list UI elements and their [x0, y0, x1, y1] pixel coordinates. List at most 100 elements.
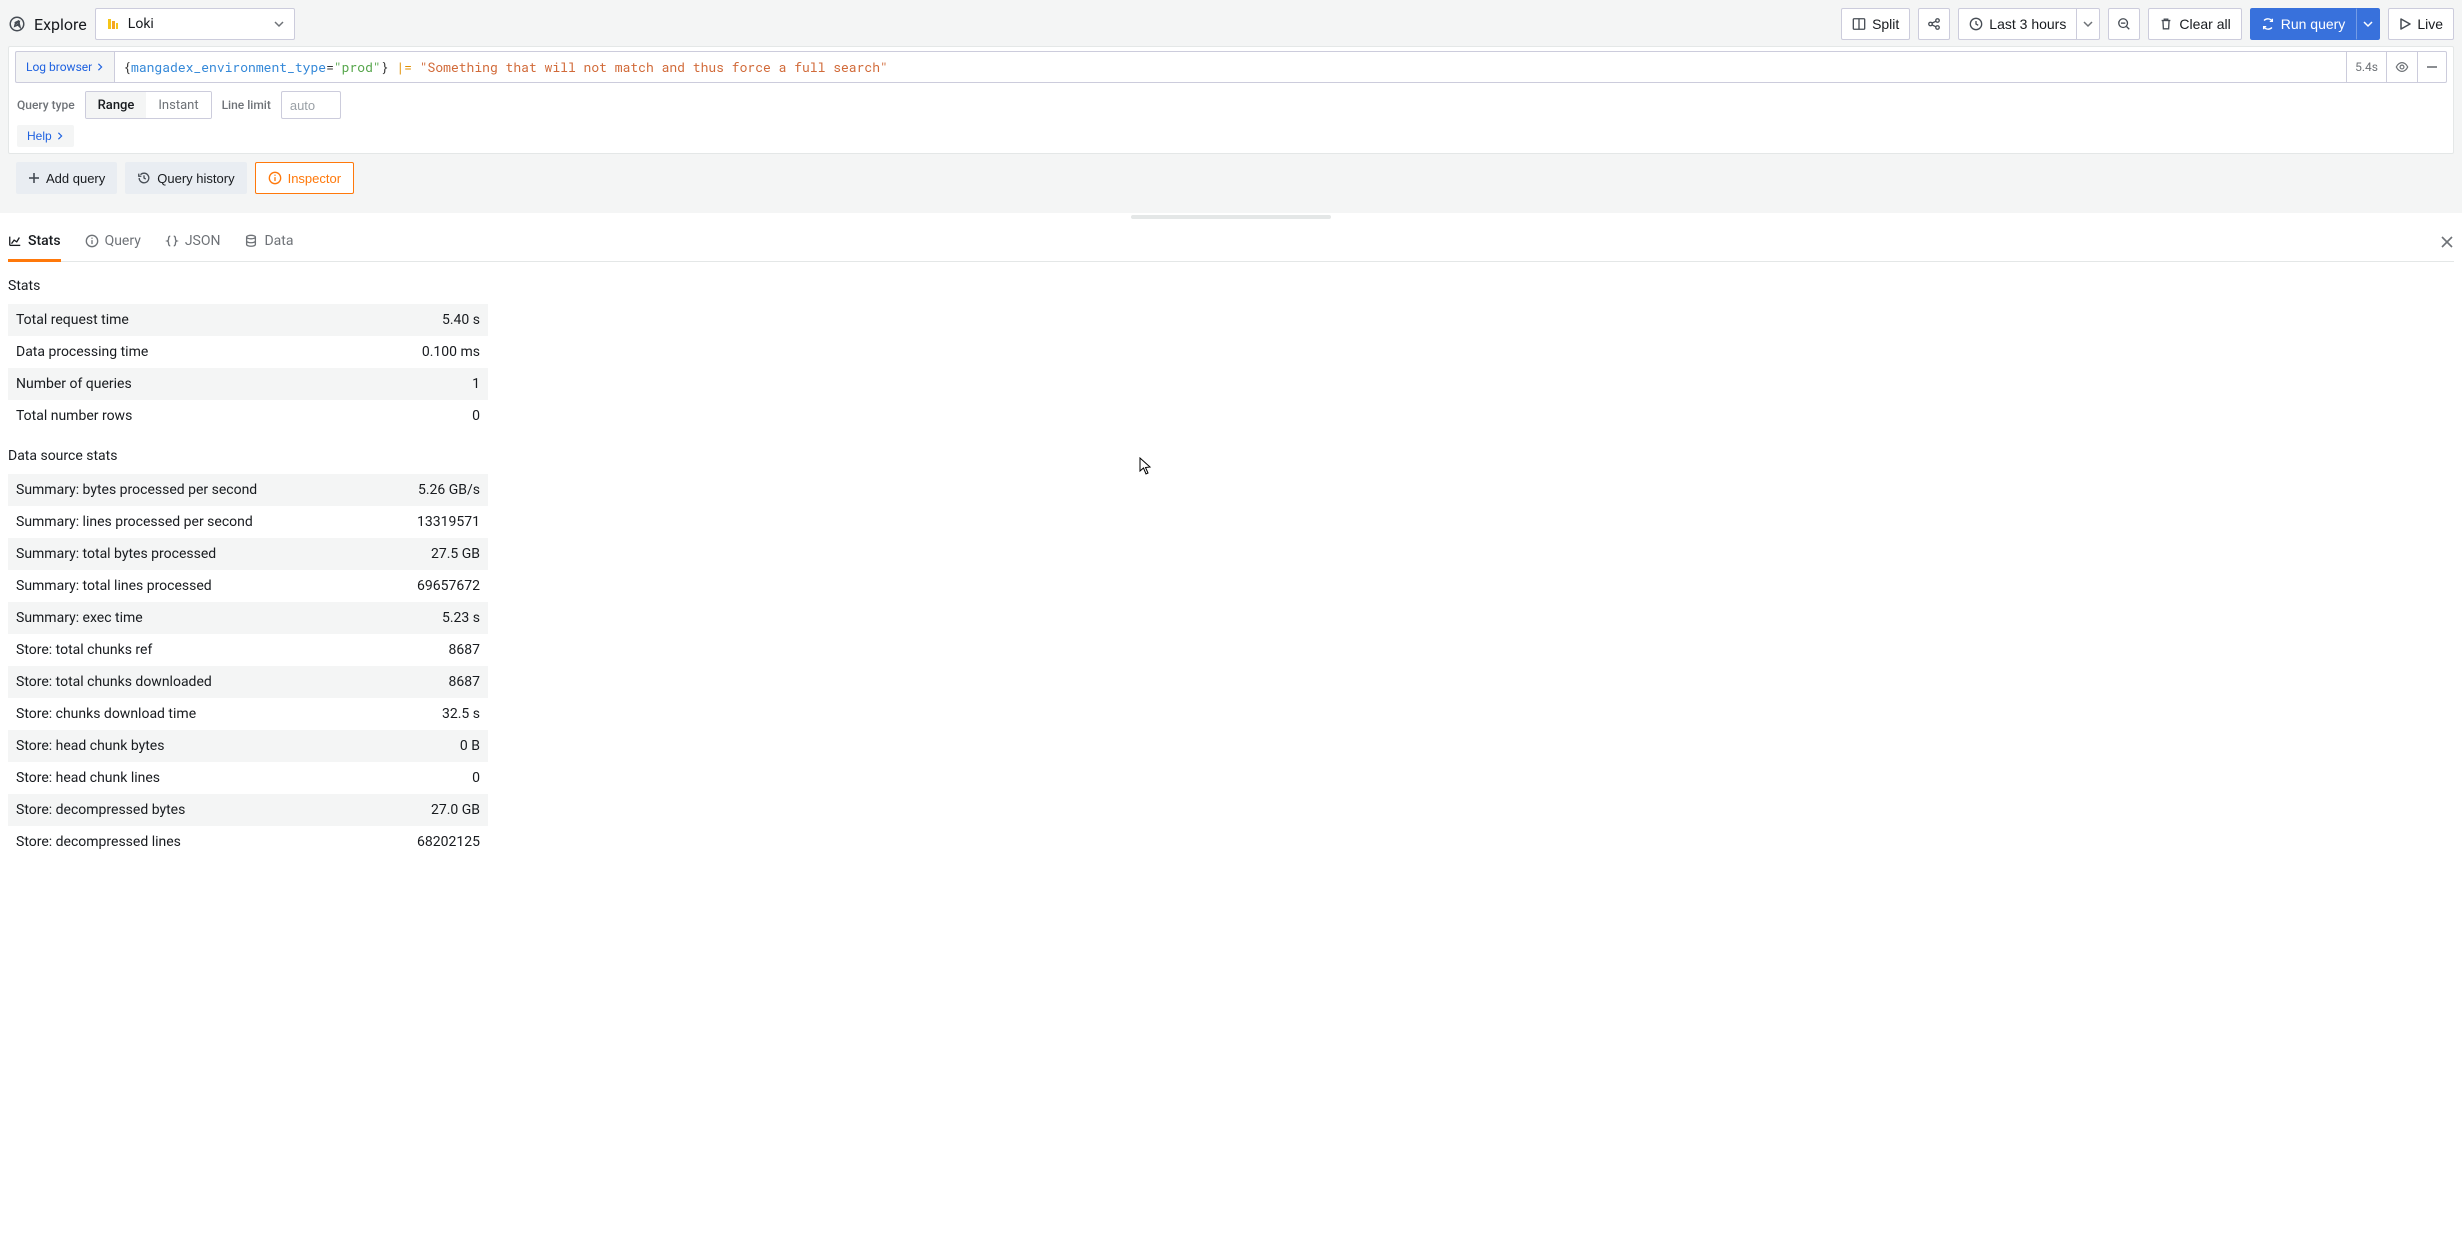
plus-icon	[28, 172, 40, 184]
database-icon	[244, 234, 258, 248]
stat-value: 27.0 GB	[431, 802, 480, 818]
close-icon	[2440, 235, 2454, 249]
tab-stats-label: Stats	[28, 233, 61, 249]
stat-value: 0.100 ms	[422, 344, 480, 360]
split-label: Split	[1872, 16, 1899, 32]
time-range-button[interactable]: Last 3 hours	[1958, 8, 2077, 40]
stat-row: Store: decompressed lines68202125	[8, 826, 488, 858]
datasource-name: Loki	[128, 16, 154, 32]
stat-row: Summary: bytes processed per second5.26 …	[8, 474, 488, 506]
page-title: Explore	[34, 15, 87, 34]
ds-stats-heading: Data source stats	[8, 448, 2454, 464]
share-button[interactable]	[1918, 8, 1950, 40]
inspector-label: Inspector	[288, 171, 341, 186]
stat-value: 13319571	[417, 514, 480, 530]
share-icon	[1927, 17, 1941, 31]
query-label-token: mangadex_environment_type	[131, 58, 326, 76]
stat-label: Total number rows	[16, 408, 132, 424]
query-actions-row: Add query Query history Inspector	[8, 154, 2454, 204]
braces-icon	[165, 234, 179, 248]
tab-query[interactable]: Query	[85, 233, 141, 262]
query-pipe-token: |=	[396, 58, 412, 76]
info-icon	[268, 171, 282, 185]
stat-label: Summary: exec time	[16, 610, 143, 626]
run-query-caret[interactable]	[2356, 8, 2380, 40]
query-code-input[interactable]: {mangadex_environment_type="prod"} |= "S…	[114, 51, 2347, 83]
time-range-picker: Last 3 hours	[1958, 8, 2100, 40]
columns-icon	[1852, 17, 1866, 31]
stat-row: Summary: total bytes processed27.5 GB	[8, 538, 488, 570]
remove-query-button[interactable]	[2418, 51, 2447, 83]
log-browser-button[interactable]: Log browser	[15, 51, 114, 83]
query-type-range[interactable]: Range	[86, 92, 147, 118]
stat-value: 5.40 s	[442, 312, 480, 328]
history-icon	[137, 171, 151, 185]
stat-value: 8687	[449, 674, 480, 690]
time-range-caret[interactable]	[2077, 8, 2100, 40]
query-type-instant[interactable]: Instant	[146, 92, 210, 118]
trash-icon	[2159, 17, 2173, 31]
query-type-label: Query type	[17, 98, 75, 112]
stat-value: 0	[472, 408, 480, 424]
stat-row: Store: head chunk bytes 0 B	[8, 730, 488, 762]
explore-toolbar: Explore Loki Split	[8, 6, 2454, 44]
stat-value: 32.5 s	[442, 706, 480, 722]
chevron-right-icon	[96, 63, 104, 71]
split-button[interactable]: Split	[1841, 8, 1910, 40]
clear-all-label: Clear all	[2179, 16, 2230, 32]
tab-json[interactable]: JSON	[165, 233, 221, 262]
stat-label: Summary: lines processed per second	[16, 514, 253, 530]
stat-label: Data processing time	[16, 344, 148, 360]
stat-label: Summary: bytes processed per second	[16, 482, 257, 498]
query-history-button[interactable]: Query history	[125, 162, 246, 194]
zoom-out-icon	[2117, 17, 2131, 31]
stat-row: Summary: total lines processed 69657672	[8, 570, 488, 602]
tab-data[interactable]: Data	[244, 233, 293, 262]
compass-icon	[8, 15, 26, 33]
toggle-query-button[interactable]	[2387, 51, 2418, 83]
stat-label: Summary: total lines processed	[16, 578, 212, 594]
eye-icon	[2395, 60, 2409, 74]
chevron-right-icon	[56, 132, 64, 140]
query-history-label: Query history	[157, 171, 234, 186]
help-button[interactable]: Help	[17, 125, 74, 147]
stat-label: Store: decompressed lines	[16, 834, 181, 850]
line-limit-input[interactable]	[281, 91, 341, 119]
stat-value: 69657672	[417, 578, 480, 594]
stat-row: Data processing time 0.100 ms	[8, 336, 488, 368]
stat-label: Store: head chunk bytes	[16, 738, 164, 754]
run-query-button[interactable]: Run query	[2250, 8, 2357, 40]
time-range-label: Last 3 hours	[1989, 16, 2066, 32]
stat-row: Total number rows 0	[8, 400, 488, 432]
tab-stats[interactable]: Stats	[8, 233, 61, 262]
stats-table: Total request time5.40 sData processing …	[8, 304, 488, 432]
stat-row: Store: decompressed bytes 27.0 GB	[8, 794, 488, 826]
clear-all-button[interactable]: Clear all	[2148, 8, 2241, 40]
stat-label: Store: decompressed bytes	[16, 802, 185, 818]
stat-row: Store: total chunks ref8687	[8, 634, 488, 666]
inspector-tabs: Stats Query JSON Data	[8, 223, 2454, 262]
stat-row: Number of queries1	[8, 368, 488, 400]
stat-value: 0	[472, 770, 480, 786]
stat-row: Total request time5.40 s	[8, 304, 488, 336]
chevron-down-icon	[274, 19, 284, 29]
chart-icon	[8, 234, 22, 248]
stat-label: Store: total chunks downloaded	[16, 674, 212, 690]
stat-value: 0 B	[460, 738, 480, 754]
datasource-picker[interactable]: Loki	[95, 8, 295, 40]
add-query-button[interactable]: Add query	[16, 162, 117, 194]
help-label: Help	[27, 129, 52, 143]
query-match-token: "Something that will not match and thus …	[420, 58, 888, 76]
inspector-button[interactable]: Inspector	[255, 162, 354, 194]
live-button[interactable]: Live	[2388, 8, 2454, 40]
stat-label: Store: chunks download time	[16, 706, 196, 722]
minus-icon	[2426, 61, 2438, 73]
chevron-down-icon	[2363, 19, 2373, 29]
clock-icon	[1969, 17, 1983, 31]
live-label: Live	[2417, 16, 2443, 32]
stat-value: 27.5 GB	[431, 546, 480, 562]
play-icon	[2399, 18, 2411, 30]
close-inspector-button[interactable]	[2440, 235, 2454, 259]
info-icon	[85, 234, 99, 248]
zoom-out-button[interactable]	[2108, 8, 2140, 40]
